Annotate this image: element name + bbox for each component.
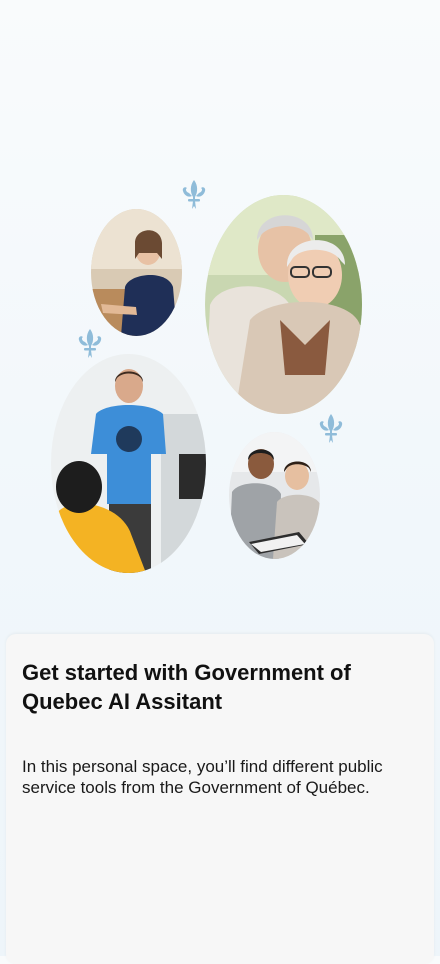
photo-woman-at-desk: [91, 209, 182, 336]
photo-teacher-classroom: [51, 354, 206, 573]
fleur-de-lis-icon: [78, 329, 102, 358]
onboarding-title: Get started with Government of Quebec AI…: [22, 660, 351, 714]
onboarding-description: In this personal space, you’ll find diff…: [22, 757, 383, 797]
photo-students-laptop: [229, 432, 320, 559]
fleur-de-lis-icon: [182, 180, 206, 209]
onboarding-card: Get started with Government of Quebec AI…: [6, 634, 434, 964]
fleur-de-lis-icon: [319, 414, 343, 443]
photo-senior-couple: [205, 195, 362, 414]
